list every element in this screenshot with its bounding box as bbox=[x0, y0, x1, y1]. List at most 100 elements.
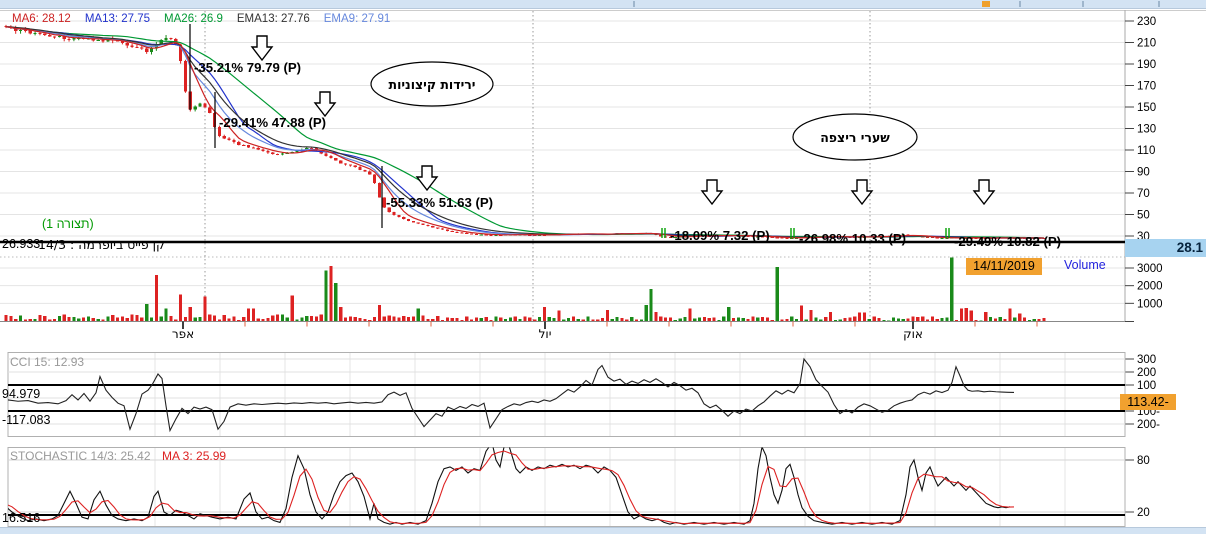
candle bbox=[242, 145, 245, 146]
stochastic-d-line bbox=[0, 451, 1014, 524]
volume-bar bbox=[1013, 317, 1016, 321]
price-annotation: -35.21% 79.79 (P) bbox=[194, 60, 301, 75]
volume-bar bbox=[989, 317, 992, 321]
volume-bar bbox=[664, 318, 667, 321]
volume-bar bbox=[465, 316, 468, 321]
candle bbox=[53, 36, 56, 37]
candle bbox=[145, 48, 148, 52]
volume-bar bbox=[179, 295, 182, 322]
price-annotation: -55.33% 51.63 (P) bbox=[386, 195, 493, 210]
volume-bar bbox=[557, 310, 560, 321]
candle bbox=[247, 145, 250, 147]
axis-tick-label: 190 bbox=[1137, 59, 1156, 71]
volume-bar bbox=[955, 320, 958, 321]
candle bbox=[422, 224, 425, 225]
volume-bar bbox=[489, 320, 492, 321]
volume-bar bbox=[698, 318, 701, 321]
axis-tick-label: 170 bbox=[1137, 81, 1156, 93]
price-annotation: -26.98% 10.33 (P) bbox=[799, 231, 906, 246]
candle bbox=[97, 40, 100, 41]
volume-bar bbox=[911, 317, 914, 321]
volume-bar bbox=[940, 318, 943, 321]
candle bbox=[417, 222, 420, 223]
volume-label: Volume bbox=[1064, 258, 1106, 272]
candle bbox=[412, 221, 415, 222]
cci-lower-band-value: -117.083 bbox=[2, 413, 50, 427]
candle bbox=[194, 107, 197, 110]
volume-bar bbox=[950, 257, 953, 321]
bottom-scrollbar[interactable] bbox=[0, 527, 1206, 534]
volume-bar bbox=[654, 312, 657, 321]
volume-bar bbox=[286, 317, 289, 321]
volume-bar bbox=[72, 317, 75, 321]
volume-bar bbox=[868, 319, 871, 321]
volume-bar bbox=[315, 317, 318, 321]
volume-bar bbox=[616, 317, 619, 321]
volume-bar bbox=[751, 317, 754, 321]
volume-bar bbox=[111, 315, 114, 321]
volume-bar bbox=[116, 318, 119, 321]
volume-bar bbox=[164, 309, 167, 321]
volume-bar bbox=[213, 316, 216, 321]
volume-bar bbox=[863, 313, 866, 321]
volume-bar bbox=[674, 320, 677, 321]
volume-bar bbox=[965, 308, 968, 321]
candle bbox=[67, 39, 70, 40]
candle bbox=[940, 238, 943, 239]
axis-tick-label: 130 bbox=[1137, 124, 1156, 136]
volume-bar bbox=[960, 309, 963, 321]
volume-bar bbox=[567, 318, 570, 321]
candle bbox=[266, 151, 269, 153]
volume-bar bbox=[810, 310, 813, 321]
volume-bar bbox=[945, 318, 948, 321]
volume-bar bbox=[756, 318, 759, 321]
candle bbox=[358, 167, 361, 170]
volume-bar bbox=[640, 320, 643, 321]
candle bbox=[150, 49, 153, 52]
cci-title: CCI 15: 12.93 bbox=[10, 355, 84, 369]
volume-bar bbox=[155, 275, 158, 321]
volume-bar bbox=[63, 315, 66, 321]
volume-bar bbox=[131, 314, 134, 321]
volume-bar bbox=[339, 307, 342, 321]
volume-bar bbox=[92, 318, 95, 321]
volume-bar bbox=[926, 320, 929, 321]
volume-bar bbox=[873, 316, 876, 321]
volume-bar bbox=[514, 316, 517, 321]
axis-tick-label: 100 bbox=[1137, 380, 1156, 392]
volume-bar bbox=[38, 315, 41, 321]
volume-bar bbox=[722, 317, 725, 321]
volume-bar bbox=[257, 318, 260, 321]
candle bbox=[237, 142, 240, 145]
volume-bar bbox=[596, 320, 599, 321]
volume-bar bbox=[363, 319, 366, 321]
axis-tick-label: 1000 bbox=[1137, 298, 1163, 310]
config-label: (תצורה 1) bbox=[42, 217, 94, 231]
axis-tick-label: 300 bbox=[1137, 354, 1156, 366]
volume-bar bbox=[916, 317, 919, 321]
down-arrow bbox=[315, 92, 335, 116]
price-annotation: -29.41% 47.88 (P) bbox=[219, 115, 326, 130]
volume-bar bbox=[431, 319, 434, 321]
annotation-ellipse-text: ירידות קיצוניות bbox=[372, 77, 492, 92]
volume-bar bbox=[82, 318, 85, 321]
volume-bar bbox=[780, 320, 783, 321]
volume-bar bbox=[877, 318, 880, 321]
axis-tick-label: 200 bbox=[1137, 367, 1156, 379]
volume-bar bbox=[19, 316, 22, 321]
volume-bar bbox=[649, 289, 652, 321]
candle bbox=[480, 234, 483, 235]
volume-bar bbox=[455, 318, 458, 321]
volume-bar bbox=[582, 320, 585, 321]
volume-bar bbox=[974, 320, 977, 321]
volume-bar bbox=[291, 295, 294, 321]
volume-bar bbox=[53, 319, 56, 321]
volume-bar bbox=[1028, 320, 1031, 321]
volume-bar bbox=[77, 319, 80, 321]
floor-value-label: 26.933 bbox=[2, 237, 40, 251]
volume-bar bbox=[572, 316, 575, 321]
volume-bar bbox=[412, 316, 415, 321]
volume-bar bbox=[397, 317, 400, 321]
volume-bar bbox=[58, 316, 61, 321]
trading-chart-app: -35.21% 79.79 (P) -29.41% 47.88 (P) -55.33… bbox=[0, 0, 1206, 534]
